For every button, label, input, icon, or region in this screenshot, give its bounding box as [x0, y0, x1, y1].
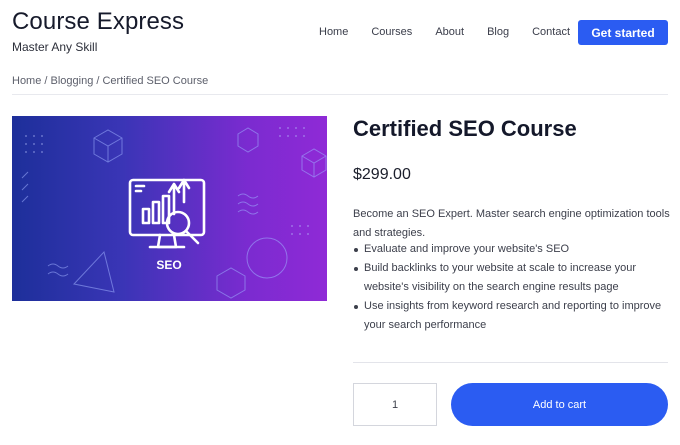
product-title: Certified SEO Course	[353, 116, 577, 141]
image-label: SEO	[156, 258, 181, 272]
site-tagline: Master Any Skill	[12, 40, 98, 54]
nav-item-courses[interactable]: Courses	[371, 26, 412, 38]
product-price: $299.00	[353, 166, 411, 183]
feature-item: Evaluate and improve your website's SEO	[353, 240, 671, 259]
breadcrumb[interactable]: Home / Blogging / Certified SEO Course	[12, 75, 208, 87]
feature-item: Use insights from keyword research and r…	[353, 297, 671, 335]
site-title[interactable]: Course Express	[12, 8, 184, 36]
header-divider	[12, 94, 668, 95]
product-features: Evaluate and improve your website's SEO …	[353, 240, 671, 335]
nav-item-home[interactable]: Home	[319, 26, 348, 38]
content-divider	[353, 362, 668, 363]
get-started-button[interactable]: Get started	[578, 20, 668, 45]
main-nav: Home Courses About Blog Contact	[319, 26, 570, 38]
nav-item-contact[interactable]: Contact	[532, 26, 570, 38]
nav-item-about[interactable]: About	[435, 26, 464, 38]
seo-illustration: SEO	[21, 127, 327, 299]
product-image: SEO	[12, 116, 327, 301]
feature-item: Build backlinks to your website at scale…	[353, 259, 671, 297]
product-description: Become an SEO Expert. Master search engi…	[353, 208, 670, 239]
add-to-cart-button[interactable]: Add to cart	[451, 383, 668, 426]
nav-item-blog[interactable]: Blog	[487, 26, 509, 38]
quantity-input[interactable]	[353, 383, 437, 426]
